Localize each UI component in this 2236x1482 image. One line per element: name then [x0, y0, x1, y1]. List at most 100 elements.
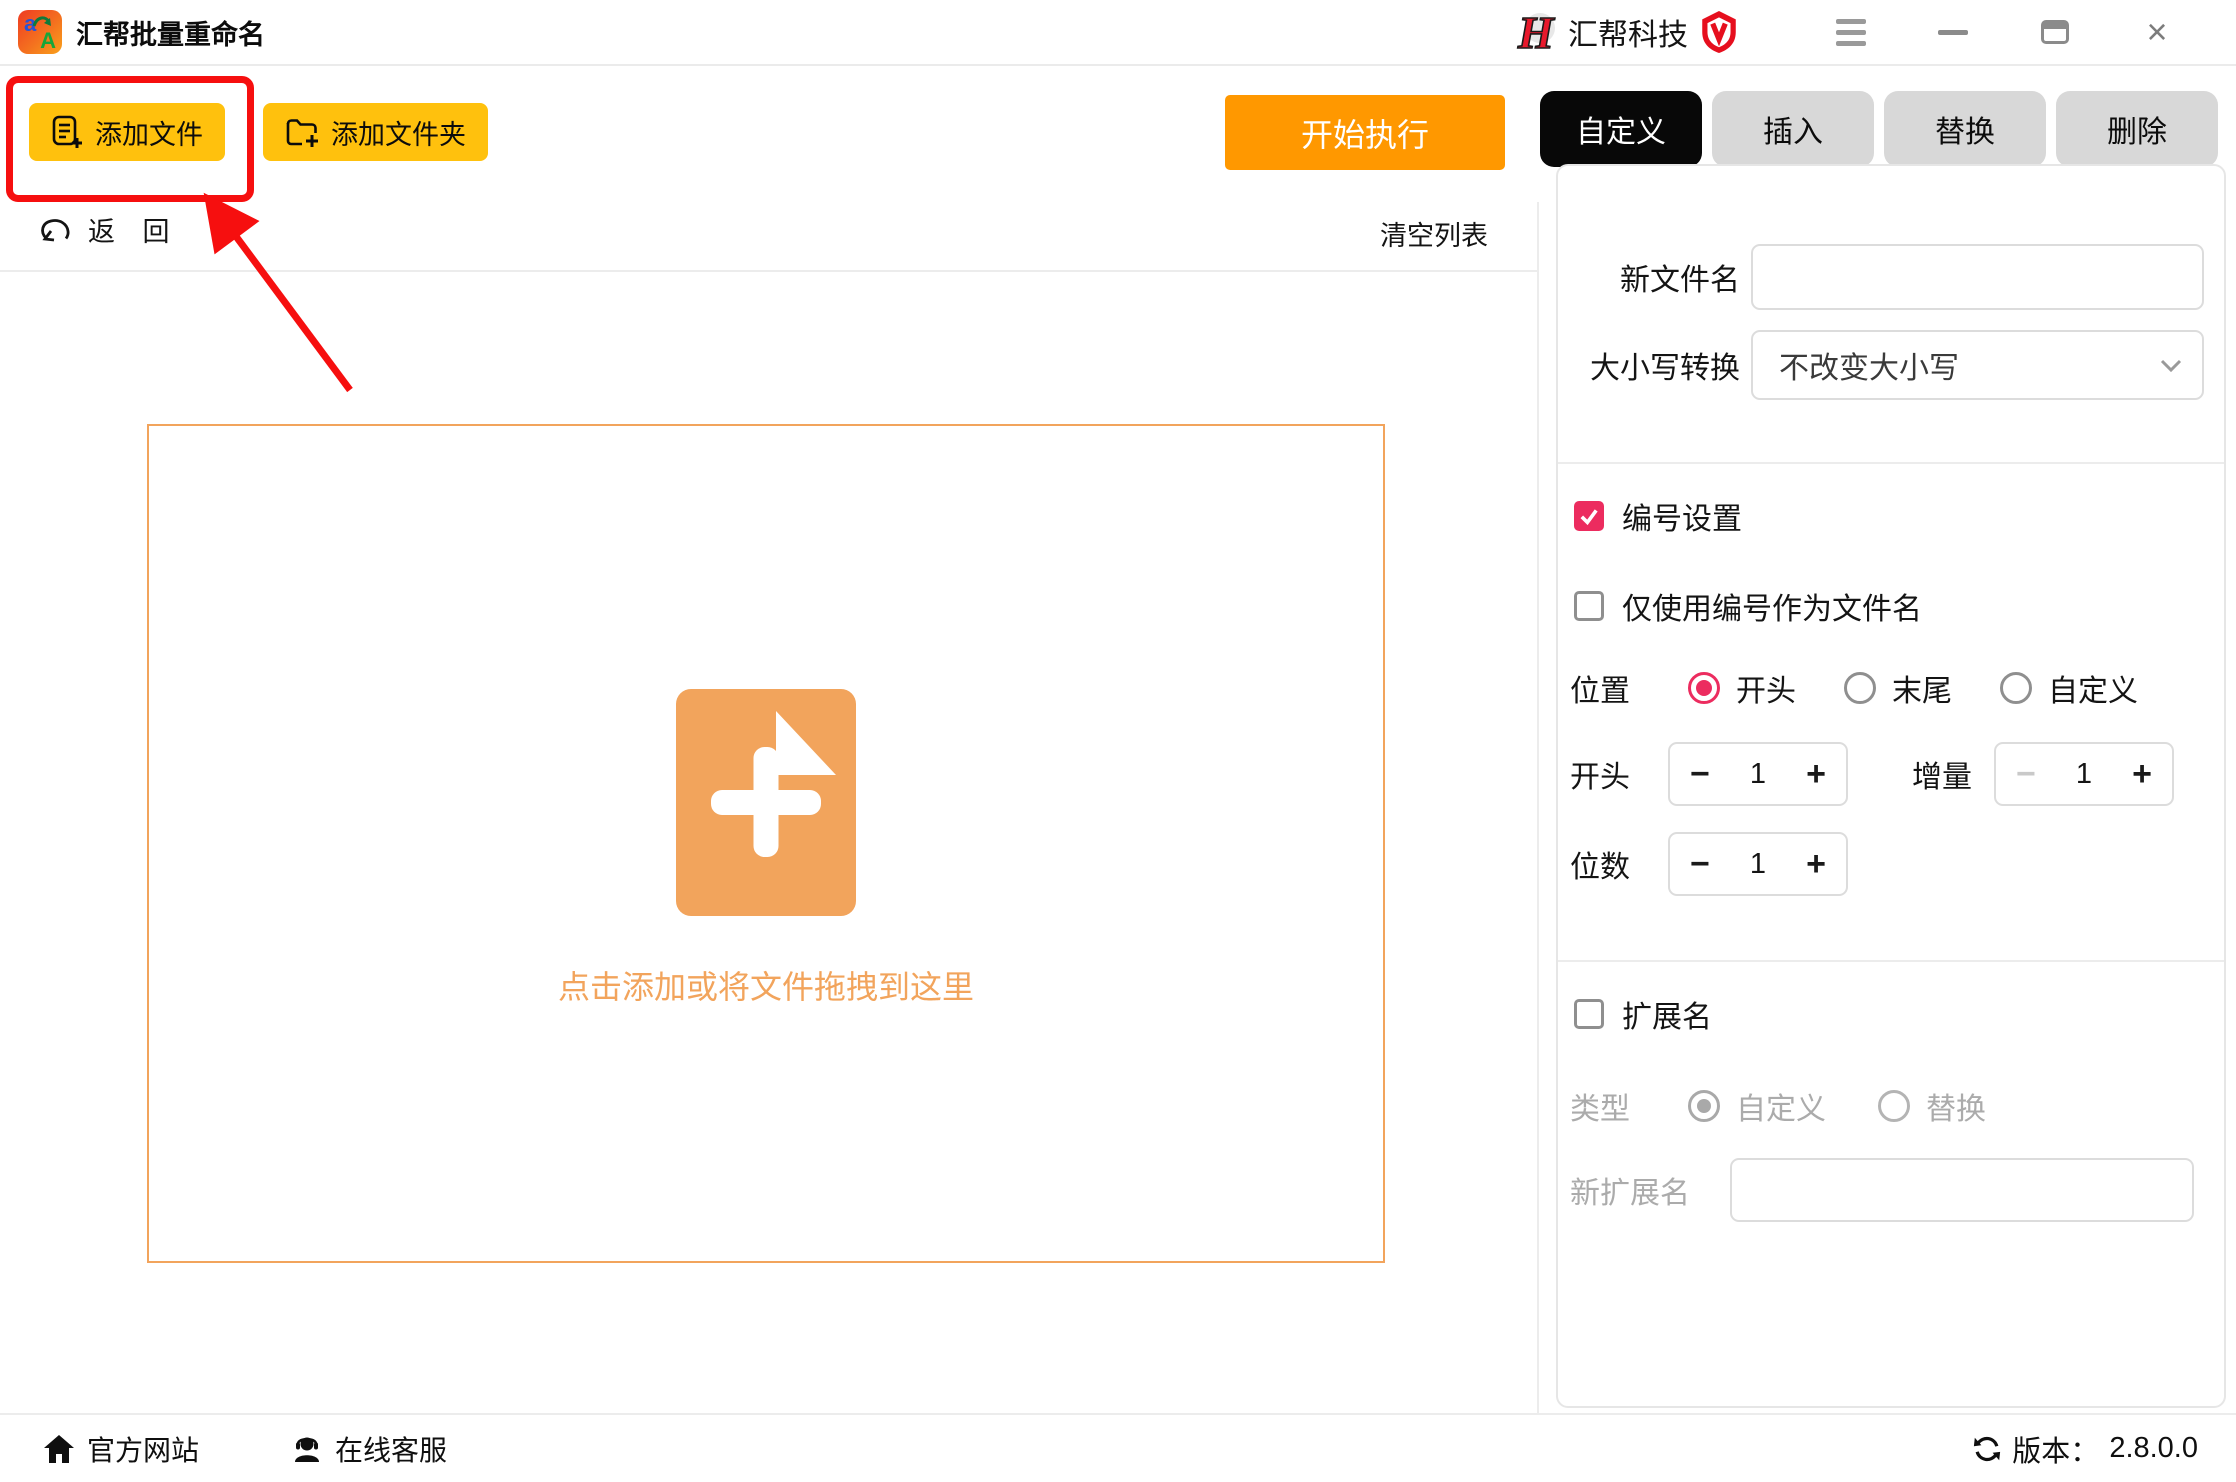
increment-value: 1	[2076, 758, 2092, 791]
digits-stepper: − 1 +	[1668, 832, 1848, 896]
digits-value: 1	[1750, 848, 1766, 881]
decrement-button[interactable]: −	[1690, 757, 1710, 791]
online-support-link[interactable]: 在线客服	[291, 1429, 447, 1469]
footer-bar: 官方网站 在线客服 版本： 2.8.0.0	[0, 1413, 2236, 1482]
digits-label: 位数	[1570, 842, 1668, 886]
dropzone-hint: 点击添加或将文件拖拽到这里	[558, 962, 974, 1008]
numbering-label: 编号设置	[1622, 494, 1742, 538]
back-button[interactable]: 返 回	[38, 210, 170, 249]
position-row: 位置 开头 末尾 自定义	[1558, 666, 2224, 710]
window-title: 汇帮批量重命名	[76, 13, 265, 52]
new-ext-row: 新扩展名	[1558, 1158, 2224, 1222]
add-files-label: 添加文件	[95, 113, 203, 152]
online-support-label: 在线客服	[335, 1429, 447, 1469]
official-website-label: 官方网站	[87, 1429, 199, 1469]
start-increment-row: 开头 − 1 + 增量 − 1 +	[1558, 742, 2224, 806]
radio-icon	[2000, 672, 2032, 704]
new-ext-input[interactable]	[1730, 1158, 2194, 1222]
home-icon	[43, 1434, 75, 1464]
new-name-input[interactable]	[1751, 244, 2204, 310]
hamburger-icon	[1836, 19, 1866, 46]
menu-button[interactable]	[1800, 6, 1902, 58]
brand-badge-icon	[1700, 10, 1738, 54]
add-folder-button[interactable]: 添加文件夹	[263, 103, 488, 161]
new-name-label: 新文件名	[1570, 255, 1740, 299]
numbering-row: 编号设置	[1558, 494, 2224, 538]
radio-selected-icon	[1688, 1090, 1720, 1122]
folder-plus-icon	[285, 116, 319, 148]
add-files-button[interactable]: 添加文件	[29, 103, 225, 161]
extension-checkbox[interactable]	[1574, 999, 1604, 1029]
app-logo-icon: a A	[18, 10, 62, 54]
ext-type-option-replace[interactable]: 替换	[1878, 1084, 1986, 1128]
minimize-button[interactable]	[1902, 6, 2004, 58]
radio-selected-icon	[1688, 672, 1720, 704]
minimize-icon	[1938, 30, 1968, 35]
decrement-button[interactable]: −	[1690, 847, 1710, 881]
only-number-row: 仅使用编号作为文件名	[1558, 584, 2224, 628]
increment-button[interactable]: +	[2132, 757, 2152, 791]
case-select[interactable]: 不改变大小写	[1751, 330, 2204, 400]
version-value: 2.8.0.0	[2109, 1432, 2198, 1465]
increment-label: 增量	[1912, 752, 1972, 796]
close-button[interactable]: ×	[2106, 6, 2208, 58]
version-info: 版本： 2.8.0.0	[1972, 1428, 2198, 1470]
check-icon	[1577, 504, 1601, 528]
title-bar: a A 汇帮批量重命名 H 汇帮科技	[0, 0, 2236, 66]
new-ext-label: 新扩展名	[1570, 1168, 1718, 1212]
numbering-checkbox[interactable]	[1574, 501, 1604, 531]
execute-button[interactable]: 开始执行	[1225, 95, 1505, 170]
extension-label: 扩展名	[1622, 992, 1712, 1036]
execute-label: 开始执行	[1301, 110, 1429, 156]
add-folder-label: 添加文件夹	[331, 113, 466, 152]
window-controls: ×	[1800, 6, 2208, 58]
case-selected-value: 不改变大小写	[1779, 343, 2160, 387]
divider	[1558, 462, 2224, 464]
radio-icon	[1844, 672, 1876, 704]
radio-icon	[1878, 1090, 1910, 1122]
brand-h-icon: H	[1516, 8, 1556, 56]
app-window: a A 汇帮批量重命名 H 汇帮科技	[0, 0, 2236, 1482]
clear-list-button[interactable]: 清空列表	[1380, 214, 1488, 253]
file-dropzone[interactable]: 点击添加或将文件拖拽到这里	[147, 424, 1385, 1263]
brand: H 汇帮科技	[1516, 8, 1738, 56]
increment-button[interactable]: +	[1806, 847, 1826, 881]
start-stepper: − 1 +	[1668, 742, 1848, 806]
headset-person-icon	[291, 1433, 323, 1465]
divider	[0, 270, 1537, 272]
tab-replace[interactable]: 替换	[1884, 91, 2046, 167]
decrement-button[interactable]: −	[2016, 757, 2036, 791]
position-option-start[interactable]: 开头	[1688, 666, 1796, 710]
only-number-checkbox[interactable]	[1574, 591, 1604, 621]
svg-text:H: H	[1517, 8, 1555, 56]
maximize-button[interactable]	[2004, 6, 2106, 58]
back-label: 返 回	[88, 210, 170, 249]
tab-insert[interactable]: 插入	[1712, 91, 1874, 167]
ext-type-label: 类型	[1570, 1084, 1688, 1128]
maximize-icon	[2041, 20, 2069, 44]
position-option-end[interactable]: 末尾	[1844, 666, 1952, 710]
drop-file-icon	[676, 689, 856, 916]
back-icon	[38, 216, 72, 244]
divider	[1537, 202, 1539, 1413]
increment-button[interactable]: +	[1806, 757, 1826, 791]
start-label: 开头	[1570, 752, 1668, 796]
only-number-label: 仅使用编号作为文件名	[1622, 584, 1922, 628]
mode-tabs: 自定义 插入 替换 删除	[1540, 91, 2218, 167]
refresh-icon[interactable]	[1972, 1434, 2002, 1464]
brand-name: 汇帮科技	[1568, 10, 1688, 54]
ext-type-row: 类型 自定义 替换	[1558, 1084, 2224, 1128]
ext-type-option-custom[interactable]: 自定义	[1688, 1084, 1826, 1128]
file-plus-icon	[51, 115, 83, 149]
official-website-link[interactable]: 官方网站	[43, 1429, 199, 1469]
settings-panel: 新文件名 大小写转换 不改变大小写 编号设置	[1556, 164, 2226, 1408]
tab-delete[interactable]: 删除	[2056, 91, 2218, 167]
digits-row: 位数 − 1 +	[1558, 832, 2224, 896]
position-option-custom[interactable]: 自定义	[2000, 666, 2138, 710]
start-value: 1	[1750, 758, 1766, 791]
case-label: 大小写转换	[1570, 343, 1740, 387]
tab-custom[interactable]: 自定义	[1540, 91, 1702, 167]
new-name-row: 新文件名	[1558, 244, 2224, 310]
version-label: 版本：	[2012, 1428, 2099, 1470]
close-icon: ×	[2146, 14, 2167, 50]
